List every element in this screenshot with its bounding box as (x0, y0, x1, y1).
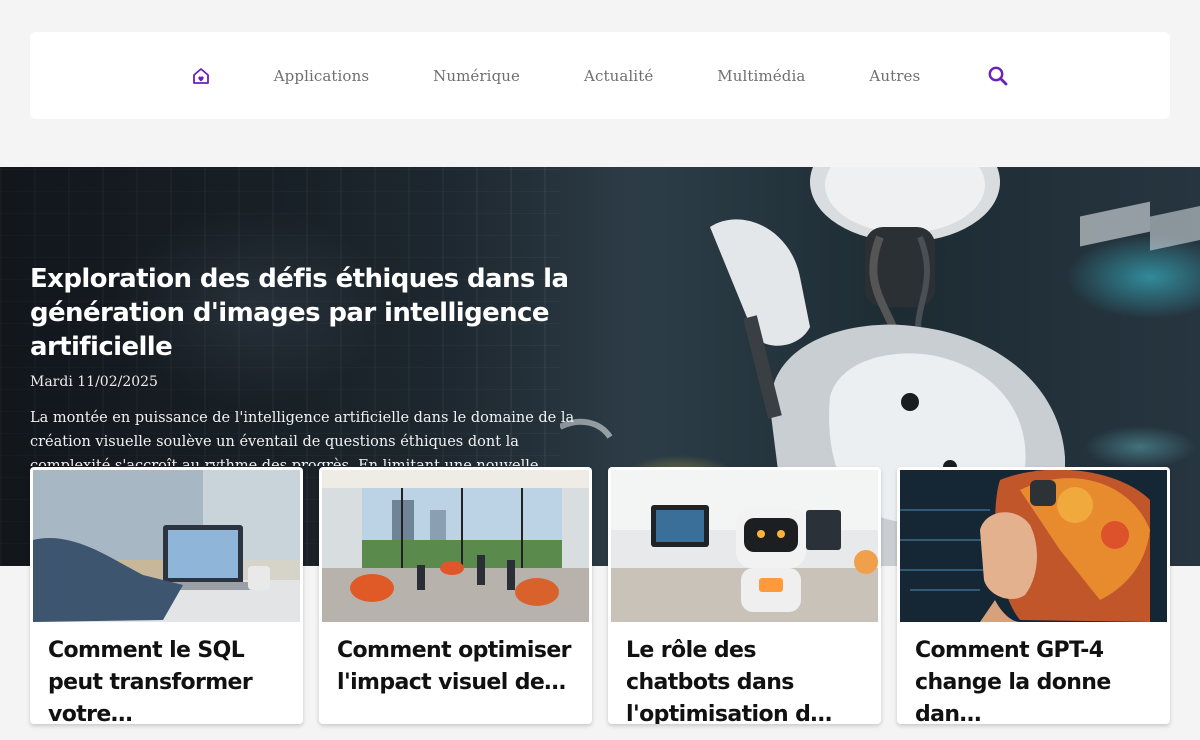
article-cards: Comment le SQL peut transformer votre… C… (30, 467, 1170, 725)
nav-item-multimedia[interactable]: Multimédia (717, 67, 805, 85)
card-image (611, 470, 878, 622)
home-icon[interactable] (191, 66, 211, 86)
hero-title[interactable]: Exploration des défis éthiques dans la g… (30, 262, 575, 364)
nav-item-applications[interactable]: Applications (274, 67, 369, 85)
card-title[interactable]: Comment GPT-4 change la donne dan… (915, 635, 1155, 724)
hero-excerpt: La montée en puissance de l'intelligence… (30, 410, 575, 466)
nav-item-numerique[interactable]: Numérique (433, 67, 520, 85)
nav-item-autres[interactable]: Autres (869, 67, 920, 85)
article-card[interactable]: Comment GPT-4 change la donne dan… (897, 467, 1170, 724)
card-title[interactable]: Comment optimiser l'impact visuel de… (337, 635, 577, 699)
card-image (900, 470, 1167, 622)
card-title[interactable]: Le rôle des chatbots dans l'optimisation… (626, 635, 866, 724)
article-card[interactable]: Le rôle des chatbots dans l'optimisation… (608, 467, 881, 724)
search-icon[interactable] (987, 65, 1009, 87)
article-card[interactable]: Comment optimiser l'impact visuel de… (319, 467, 592, 724)
hero-date: Mardi 11/02/2025 (30, 374, 158, 390)
card-title[interactable]: Comment le SQL peut transformer votre… (48, 635, 288, 724)
card-image (322, 470, 589, 622)
article-card[interactable]: Comment le SQL peut transformer votre… (30, 467, 303, 724)
card-image (33, 470, 300, 622)
hero-text: Exploration des défis éthiques dans la g… (30, 262, 575, 466)
nav-menu: Applications Numérique Actualité Multimé… (191, 65, 1010, 87)
nav-item-actualite[interactable]: Actualité (584, 67, 653, 85)
top-navigation: Applications Numérique Actualité Multimé… (30, 32, 1170, 119)
